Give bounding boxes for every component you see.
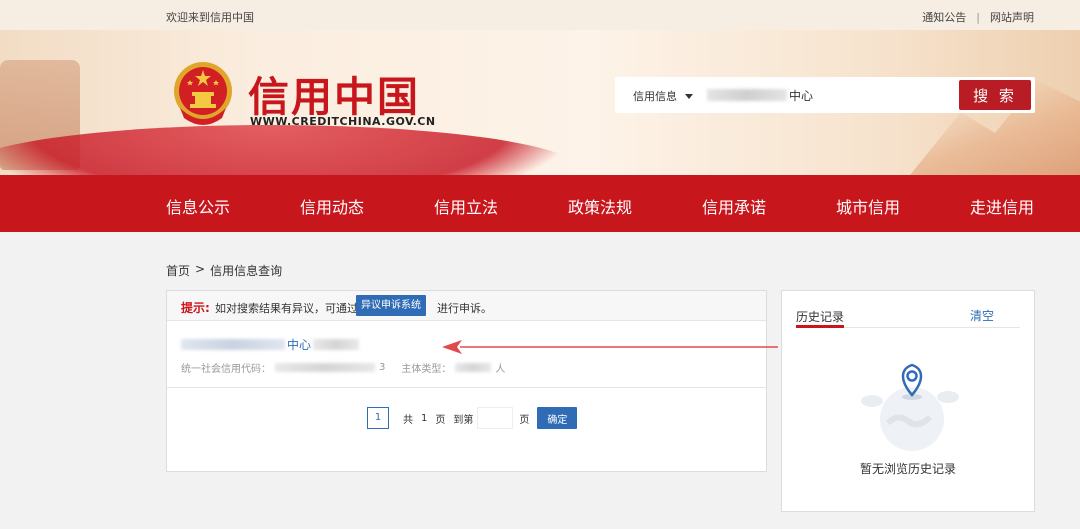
breadcrumb: 首页 > 信用信息查询 bbox=[166, 262, 282, 279]
tip-text: 如对搜索结果有异议，可通过 bbox=[215, 302, 358, 315]
empty-history-location-icon bbox=[861, 363, 959, 451]
search-box: 信用信息 搜 索 bbox=[615, 77, 1035, 113]
red-ribbon-decoration bbox=[0, 125, 580, 175]
entity-type-tail: 人 bbox=[495, 364, 506, 375]
credit-code-label: 统一社会信用代码： bbox=[181, 364, 271, 375]
nav-item-policy[interactable]: 政策法规 bbox=[568, 194, 632, 218]
pager-goto-label: 到第 bbox=[453, 414, 474, 426]
nav-item-about[interactable]: 走进信用 bbox=[970, 194, 1034, 218]
pager-total: 1 bbox=[421, 412, 428, 424]
history-title-underline bbox=[796, 325, 844, 328]
nav-item-news[interactable]: 信用动态 bbox=[300, 194, 364, 218]
pager-page-suffix: 页 bbox=[519, 414, 530, 426]
history-title: 历史记录 bbox=[796, 310, 845, 324]
breadcrumb-current: 信用信息查询 bbox=[210, 264, 283, 278]
pager-total-suffix: 页 bbox=[435, 414, 446, 426]
statement-link[interactable]: 网站声明 bbox=[990, 9, 1034, 25]
notice-link[interactable]: 通知公告 bbox=[922, 9, 966, 25]
nav-item-legislation[interactable]: 信用立法 bbox=[434, 194, 498, 218]
breadcrumb-home[interactable]: 首页 bbox=[166, 262, 190, 279]
entity-type-label: 主体类型： bbox=[401, 364, 452, 375]
search-type-select[interactable]: 信用信息 bbox=[633, 88, 693, 104]
history-panel: 历史记录 清空 暂无浏览历史记录 bbox=[781, 290, 1035, 512]
clear-history-button[interactable]: 清空 bbox=[970, 307, 994, 324]
main-nav: 信息公示 信用动态 信用立法 政策法规 信用承诺 城市信用 走进信用 bbox=[0, 175, 1080, 232]
top-links: 通知公告 | 网站声明 bbox=[922, 9, 1034, 25]
top-link-separator: | bbox=[976, 10, 980, 24]
site-logo-url: WWW.CREDITCHINA.GOV.CN bbox=[250, 115, 436, 128]
pagination: 1 共 1 页 到第 页 确定 bbox=[367, 407, 578, 429]
search-input[interactable] bbox=[707, 86, 947, 104]
welcome-text: 欢迎来到信用中国 bbox=[166, 11, 254, 24]
result-meta: 统一社会信用代码： 3 主体类型： 人 bbox=[181, 360, 505, 375]
company-name-visible: 中心 bbox=[287, 338, 312, 352]
site-logo-title[interactable]: 信用中国 bbox=[248, 63, 420, 123]
company-name-redacted bbox=[181, 339, 285, 350]
national-emblem-icon bbox=[174, 62, 232, 125]
page-number-current[interactable]: 1 bbox=[367, 407, 389, 429]
pager-total-prefix: 共 bbox=[403, 414, 413, 426]
appeal-system-button[interactable]: 异议申诉系统 bbox=[356, 295, 426, 316]
chevron-down-icon bbox=[685, 93, 693, 99]
empty-history-text: 暂无浏览历史记录 bbox=[859, 462, 956, 476]
annotation-arrow-icon bbox=[442, 340, 778, 354]
entity-type-redacted bbox=[455, 363, 492, 372]
page-jump-input[interactable] bbox=[477, 407, 514, 429]
breadcrumb-separator: > bbox=[195, 262, 206, 276]
tip-label: 提示: bbox=[181, 301, 210, 315]
nav-item-city[interactable]: 城市信用 bbox=[836, 194, 900, 218]
search-button[interactable]: 搜 索 bbox=[959, 80, 1031, 110]
company-name-redacted-tail bbox=[313, 339, 360, 350]
tip-after-text: 进行申诉。 bbox=[437, 302, 492, 315]
search-type-label: 信用信息 bbox=[633, 90, 677, 103]
nav-item-info[interactable]: 信息公示 bbox=[166, 194, 230, 218]
results-panel: 提示: 如对搜索结果有异议，可通过 异议申诉系统 进行申诉。 中心 统一社会信用… bbox=[166, 290, 767, 472]
credit-code-tail: 3 bbox=[379, 362, 386, 373]
credit-code-redacted bbox=[275, 363, 375, 372]
tip-bar: 提示: 如对搜索结果有异议，可通过 异议申诉系统 进行申诉。 bbox=[167, 291, 766, 321]
top-bar: 欢迎来到信用中国 通知公告 | 网站声明 bbox=[0, 0, 1080, 30]
page-confirm-button[interactable]: 确定 bbox=[537, 407, 578, 429]
nav-item-commitment[interactable]: 信用承诺 bbox=[702, 194, 766, 218]
company-name-link[interactable]: 中心 bbox=[181, 336, 360, 353]
